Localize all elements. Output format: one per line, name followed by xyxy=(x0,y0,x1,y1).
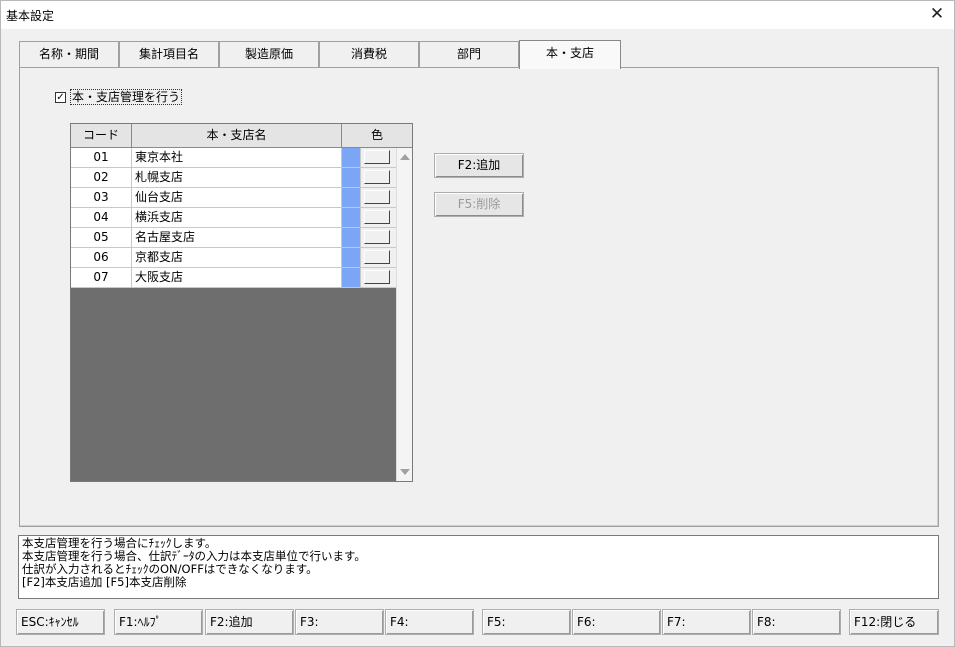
add-branch-button[interactable]: F2:追加 xyxy=(434,153,524,178)
tab-department[interactable]: 部門 xyxy=(419,41,519,68)
branch-name-cell[interactable]: 大阪支店 xyxy=(132,268,342,287)
table-row[interactable]: 06 京都支店 xyxy=(71,248,396,268)
color-swatch xyxy=(342,248,361,267)
header-color: 色 xyxy=(370,128,383,142)
table-row[interactable]: 02 札幌支店 xyxy=(71,168,396,188)
function-key-bar: ESC:ｷｬﾝｾﾙ F1:ﾍﾙﾌﾟ F2:追加 F3: F4: F5: F6: … xyxy=(1,609,955,635)
branch-mgmt-label[interactable]: 本・支店管理を行う xyxy=(70,89,183,105)
tab-name-period[interactable]: 名称・期間 xyxy=(19,41,119,68)
color-picker-cell xyxy=(361,208,396,227)
color-picker-button[interactable] xyxy=(364,170,390,184)
help-message-box: 本支店管理を行う場合にﾁｪｯｸします。 本支店管理を行う場合、仕訳ﾃﾞｰﾀの入力… xyxy=(18,535,939,599)
tab-branch[interactable]: 本・支店 xyxy=(519,40,621,69)
f5-button[interactable]: F5: xyxy=(482,609,571,635)
title-bar: 基本設定 ✕ xyxy=(1,1,954,29)
tab-consumption-tax[interactable]: 消費税 xyxy=(319,41,419,68)
color-swatch xyxy=(342,208,361,227)
color-swatch xyxy=(342,268,361,287)
f12-close-button[interactable]: F12:閉じる xyxy=(849,609,939,635)
branch-code-cell[interactable]: 03 xyxy=(71,188,132,207)
branch-mgmt-row[interactable]: ✓ 本・支店管理を行う xyxy=(55,89,183,105)
scroll-up-icon[interactable] xyxy=(400,154,410,160)
color-picker-button[interactable] xyxy=(364,230,390,244)
color-swatch xyxy=(342,148,361,167)
color-picker-button[interactable] xyxy=(364,270,390,284)
branch-name-cell[interactable]: 京都支店 xyxy=(132,248,342,267)
color-picker-button[interactable] xyxy=(364,150,390,164)
color-picker-button[interactable] xyxy=(364,190,390,204)
f7-button[interactable]: F7: xyxy=(662,609,751,635)
header-name: 本・支店名 xyxy=(132,124,342,148)
branch-grid: コード 本・支店名 色 01 東京本社 02 札幌支店 03 仙台支店 04 横浜支店 05 名古… xyxy=(70,123,413,482)
table-row[interactable]: 04 横浜支店 xyxy=(71,208,396,228)
branch-code-cell[interactable]: 07 xyxy=(71,268,132,287)
color-swatch xyxy=(342,188,361,207)
branch-code-cell[interactable]: 04 xyxy=(71,208,132,227)
f4-button[interactable]: F4: xyxy=(385,609,474,635)
branch-name-cell[interactable]: 横浜支店 xyxy=(132,208,342,227)
help-message-line: [F2]本支店追加 [F5]本支店削除 xyxy=(22,575,187,589)
color-swatch xyxy=(342,228,361,247)
f1-help-button[interactable]: F1:ﾍﾙﾌﾟ xyxy=(114,609,203,635)
branch-code-cell[interactable]: 02 xyxy=(71,168,132,187)
grid-scrollbar[interactable] xyxy=(396,148,412,481)
color-swatch xyxy=(342,168,361,187)
tab-panel-branch: ✓ 本・支店管理を行う コード 本・支店名 色 01 東京本社 02 札幌支店 03 仙台… xyxy=(19,67,939,527)
close-icon[interactable]: ✕ xyxy=(920,1,954,29)
color-picker-cell xyxy=(361,248,396,267)
branch-code-cell[interactable]: 05 xyxy=(71,228,132,247)
f2-add-button[interactable]: F2:追加 xyxy=(205,609,294,635)
color-picker-cell xyxy=(361,228,396,247)
color-picker-cell xyxy=(361,168,396,187)
tab-manufacturing-cost[interactable]: 製造原価 xyxy=(219,41,319,68)
settings-window: 基本設定 ✕ 名称・期間 集計項目名 製造原価 消費税 部門 本・支店 ✓ 本・… xyxy=(0,0,955,647)
scroll-down-icon[interactable] xyxy=(400,469,410,475)
grid-body: 01 東京本社 02 札幌支店 03 仙台支店 04 横浜支店 05 名古屋支店 06 京都支店 07 大… xyxy=(71,148,396,288)
branch-code-cell[interactable]: 01 xyxy=(71,148,132,167)
color-picker-cell xyxy=(361,188,396,207)
color-picker-button[interactable] xyxy=(364,250,390,264)
branch-name-cell[interactable]: 札幌支店 xyxy=(132,168,342,187)
color-picker-cell xyxy=(361,148,396,167)
f3-button[interactable]: F3: xyxy=(295,609,384,635)
branch-name-cell[interactable]: 名古屋支店 xyxy=(132,228,342,247)
f8-button[interactable]: F8: xyxy=(752,609,841,635)
branch-mgmt-checkbox[interactable]: ✓ xyxy=(55,91,66,103)
delete-branch-button[interactable]: F5:削除 xyxy=(434,192,524,217)
tab-summary-items[interactable]: 集計項目名 xyxy=(119,41,219,68)
branch-code-cell[interactable]: 06 xyxy=(71,248,132,267)
window-title: 基本設定 xyxy=(6,9,55,23)
color-picker-button[interactable] xyxy=(364,210,390,224)
table-row[interactable]: 03 仙台支店 xyxy=(71,188,396,208)
color-picker-cell xyxy=(361,268,396,287)
grid-header: コード 本・支店名 色 xyxy=(71,124,412,148)
table-row[interactable]: 05 名古屋支店 xyxy=(71,228,396,248)
esc-cancel-button[interactable]: ESC:ｷｬﾝｾﾙ xyxy=(16,609,105,635)
header-code: コード xyxy=(71,124,132,148)
f6-button[interactable]: F6: xyxy=(572,609,661,635)
table-row[interactable]: 07 大阪支店 xyxy=(71,268,396,288)
table-row[interactable]: 01 東京本社 xyxy=(71,148,396,168)
branch-name-cell[interactable]: 仙台支店 xyxy=(132,188,342,207)
branch-name-cell[interactable]: 東京本社 xyxy=(132,148,342,167)
